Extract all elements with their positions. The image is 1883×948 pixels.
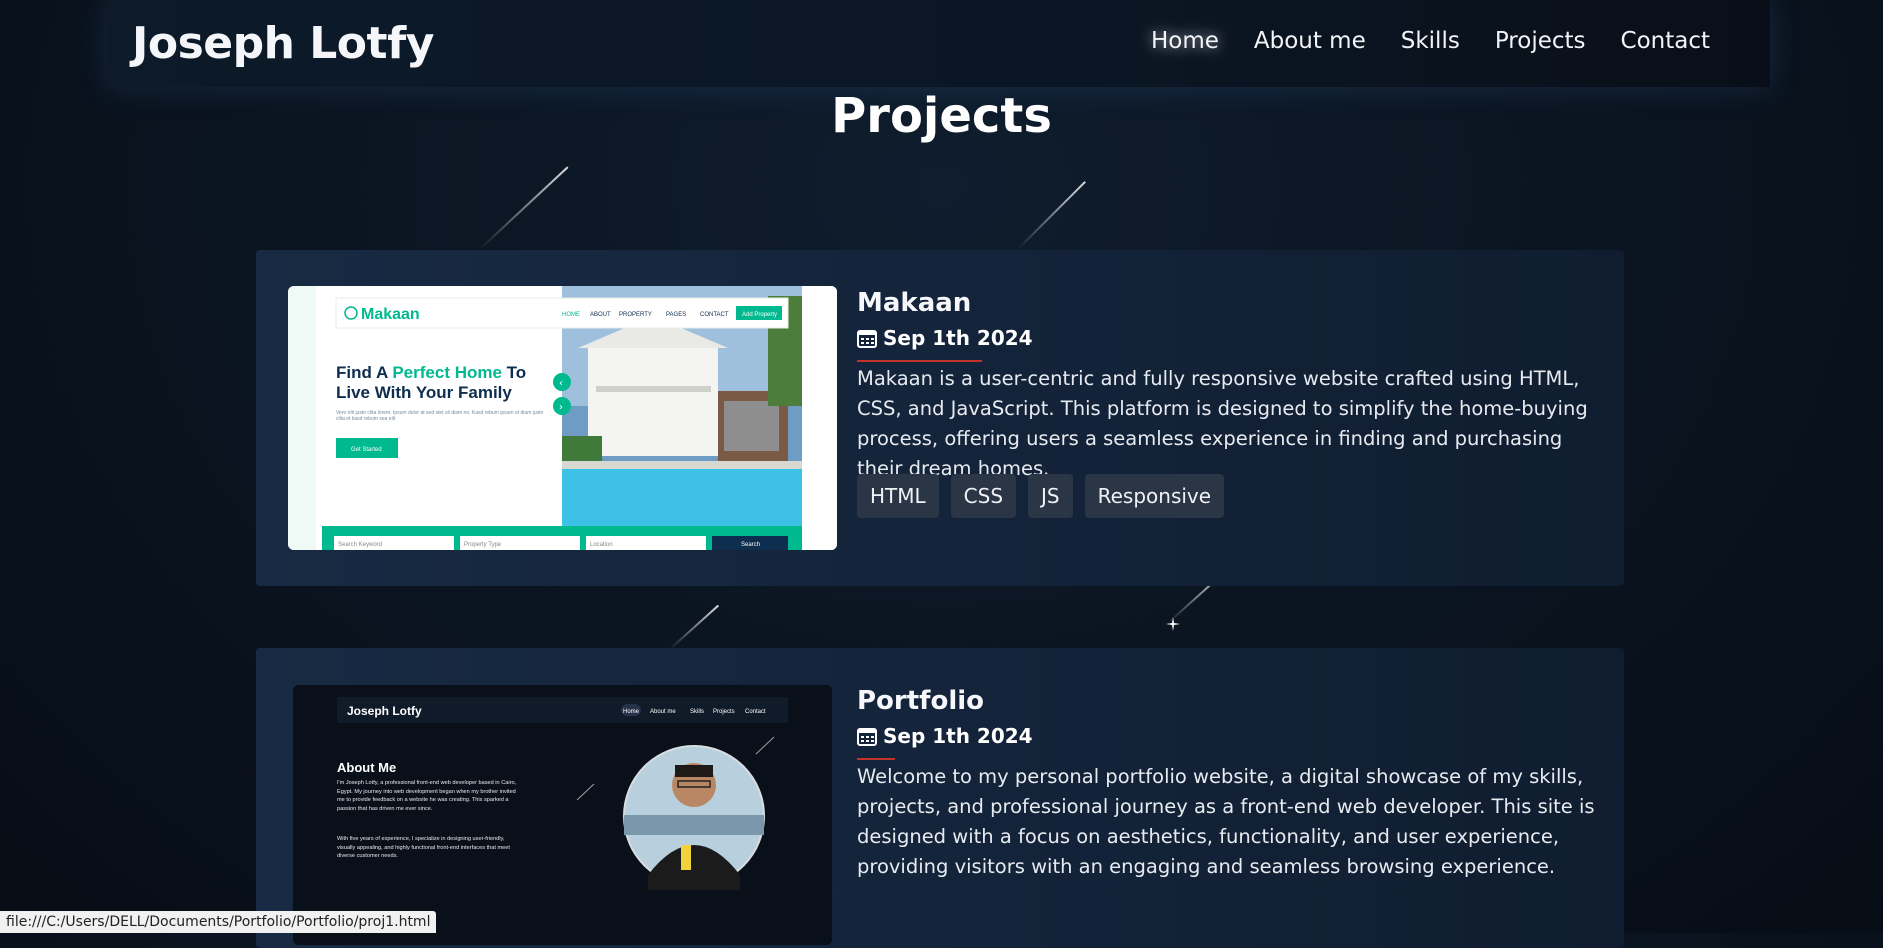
project-date: Sep 1th 2024 xyxy=(857,724,1033,748)
status-bar-url: file:///C:/Users/DELL/Documents/Portfoli… xyxy=(0,911,437,933)
portfolio-preview-graphic: Joseph Lotfy Home About me Skills Projec… xyxy=(293,685,832,945)
svg-text:About me: About me xyxy=(650,709,676,715)
project-title: Portfolio xyxy=(857,686,985,716)
project-description: Makaan is a user-centric and fully respo… xyxy=(857,367,1588,480)
svg-text:Search: Search xyxy=(741,542,760,548)
sparkle-icon xyxy=(1166,617,1180,631)
nav-link-skills[interactable]: Skills xyxy=(1401,28,1460,54)
svg-text:Search Keyword: Search Keyword xyxy=(338,542,382,548)
nav-links: Home About me Skills Projects Contact xyxy=(1151,28,1710,54)
project-card-makaan: Makaan HOME ABOUT PROPERTY PAGES CONTACT… xyxy=(256,250,1624,586)
tag-css: CSS xyxy=(950,474,1017,518)
project-date-text: Sep 1th 2024 xyxy=(883,724,1033,748)
nav-link-home[interactable]: Home xyxy=(1151,28,1219,54)
navbar: Joseph Lotfy Home About me Skills Projec… xyxy=(108,0,1770,87)
svg-text:Projects: Projects xyxy=(713,709,735,715)
svg-text:Skills: Skills xyxy=(690,709,704,715)
svg-text:About Me: About Me xyxy=(337,760,396,775)
svg-text:Property Type: Property Type xyxy=(464,542,502,548)
shooting-star xyxy=(669,604,719,650)
svg-text:HOME: HOME xyxy=(562,312,580,318)
date-underline xyxy=(857,360,982,362)
svg-text:Find A Perfect Home To: Find A Perfect Home To xyxy=(336,363,526,382)
project-date: Sep 1th 2024 xyxy=(857,326,1033,350)
tag-responsive: Responsive xyxy=(1084,474,1225,518)
calendar-icon xyxy=(857,329,877,348)
svg-text:Joseph Lotfy: Joseph Lotfy xyxy=(347,704,422,718)
shooting-star xyxy=(479,166,569,250)
tag-html: HTML xyxy=(857,474,939,518)
project-thumbnail-portfolio[interactable]: Joseph Lotfy Home About me Skills Projec… xyxy=(293,685,832,945)
svg-text:Home: Home xyxy=(623,709,640,715)
tag-js: JS xyxy=(1028,474,1073,518)
shooting-star xyxy=(1017,181,1086,250)
svg-text:ABOUT: ABOUT xyxy=(590,312,611,318)
brand-logo[interactable]: Joseph Lotfy xyxy=(132,18,434,69)
makaan-logo: Makaan xyxy=(361,306,420,323)
calendar-icon xyxy=(857,727,877,746)
nav-link-projects[interactable]: Projects xyxy=(1495,28,1586,54)
svg-text:Live With Your Family: Live With Your Family xyxy=(336,383,512,402)
svg-text:‹: ‹ xyxy=(559,378,563,389)
project-card-portfolio: Joseph Lotfy Home About me Skills Projec… xyxy=(256,648,1624,948)
tech-tags: HTML CSS JS Responsive xyxy=(857,474,1225,518)
project-thumbnail-makaan[interactable]: Makaan HOME ABOUT PROPERTY PAGES CONTACT… xyxy=(288,286,837,550)
makaan-preview-graphic: Makaan HOME ABOUT PROPERTY PAGES CONTACT… xyxy=(288,286,837,550)
svg-text:›: › xyxy=(559,402,563,413)
svg-text:Contact: Contact xyxy=(745,709,766,715)
svg-text:Location: Location xyxy=(590,542,613,548)
svg-text:Add Property: Add Property xyxy=(742,312,777,318)
svg-text:PAGES: PAGES xyxy=(666,312,686,318)
svg-text:Get Started: Get Started xyxy=(351,447,382,453)
svg-text:PROPERTY: PROPERTY xyxy=(619,312,652,318)
project-title: Makaan xyxy=(857,288,972,318)
nav-link-about[interactable]: About me xyxy=(1254,28,1366,54)
project-date-text: Sep 1th 2024 xyxy=(883,326,1033,350)
svg-text:CONTACT: CONTACT xyxy=(700,312,729,318)
nav-link-contact[interactable]: Contact xyxy=(1621,28,1710,54)
project-description: Welcome to my personal portfolio website… xyxy=(857,765,1595,878)
date-underline xyxy=(857,758,895,760)
page-title: Projects xyxy=(831,88,1052,144)
